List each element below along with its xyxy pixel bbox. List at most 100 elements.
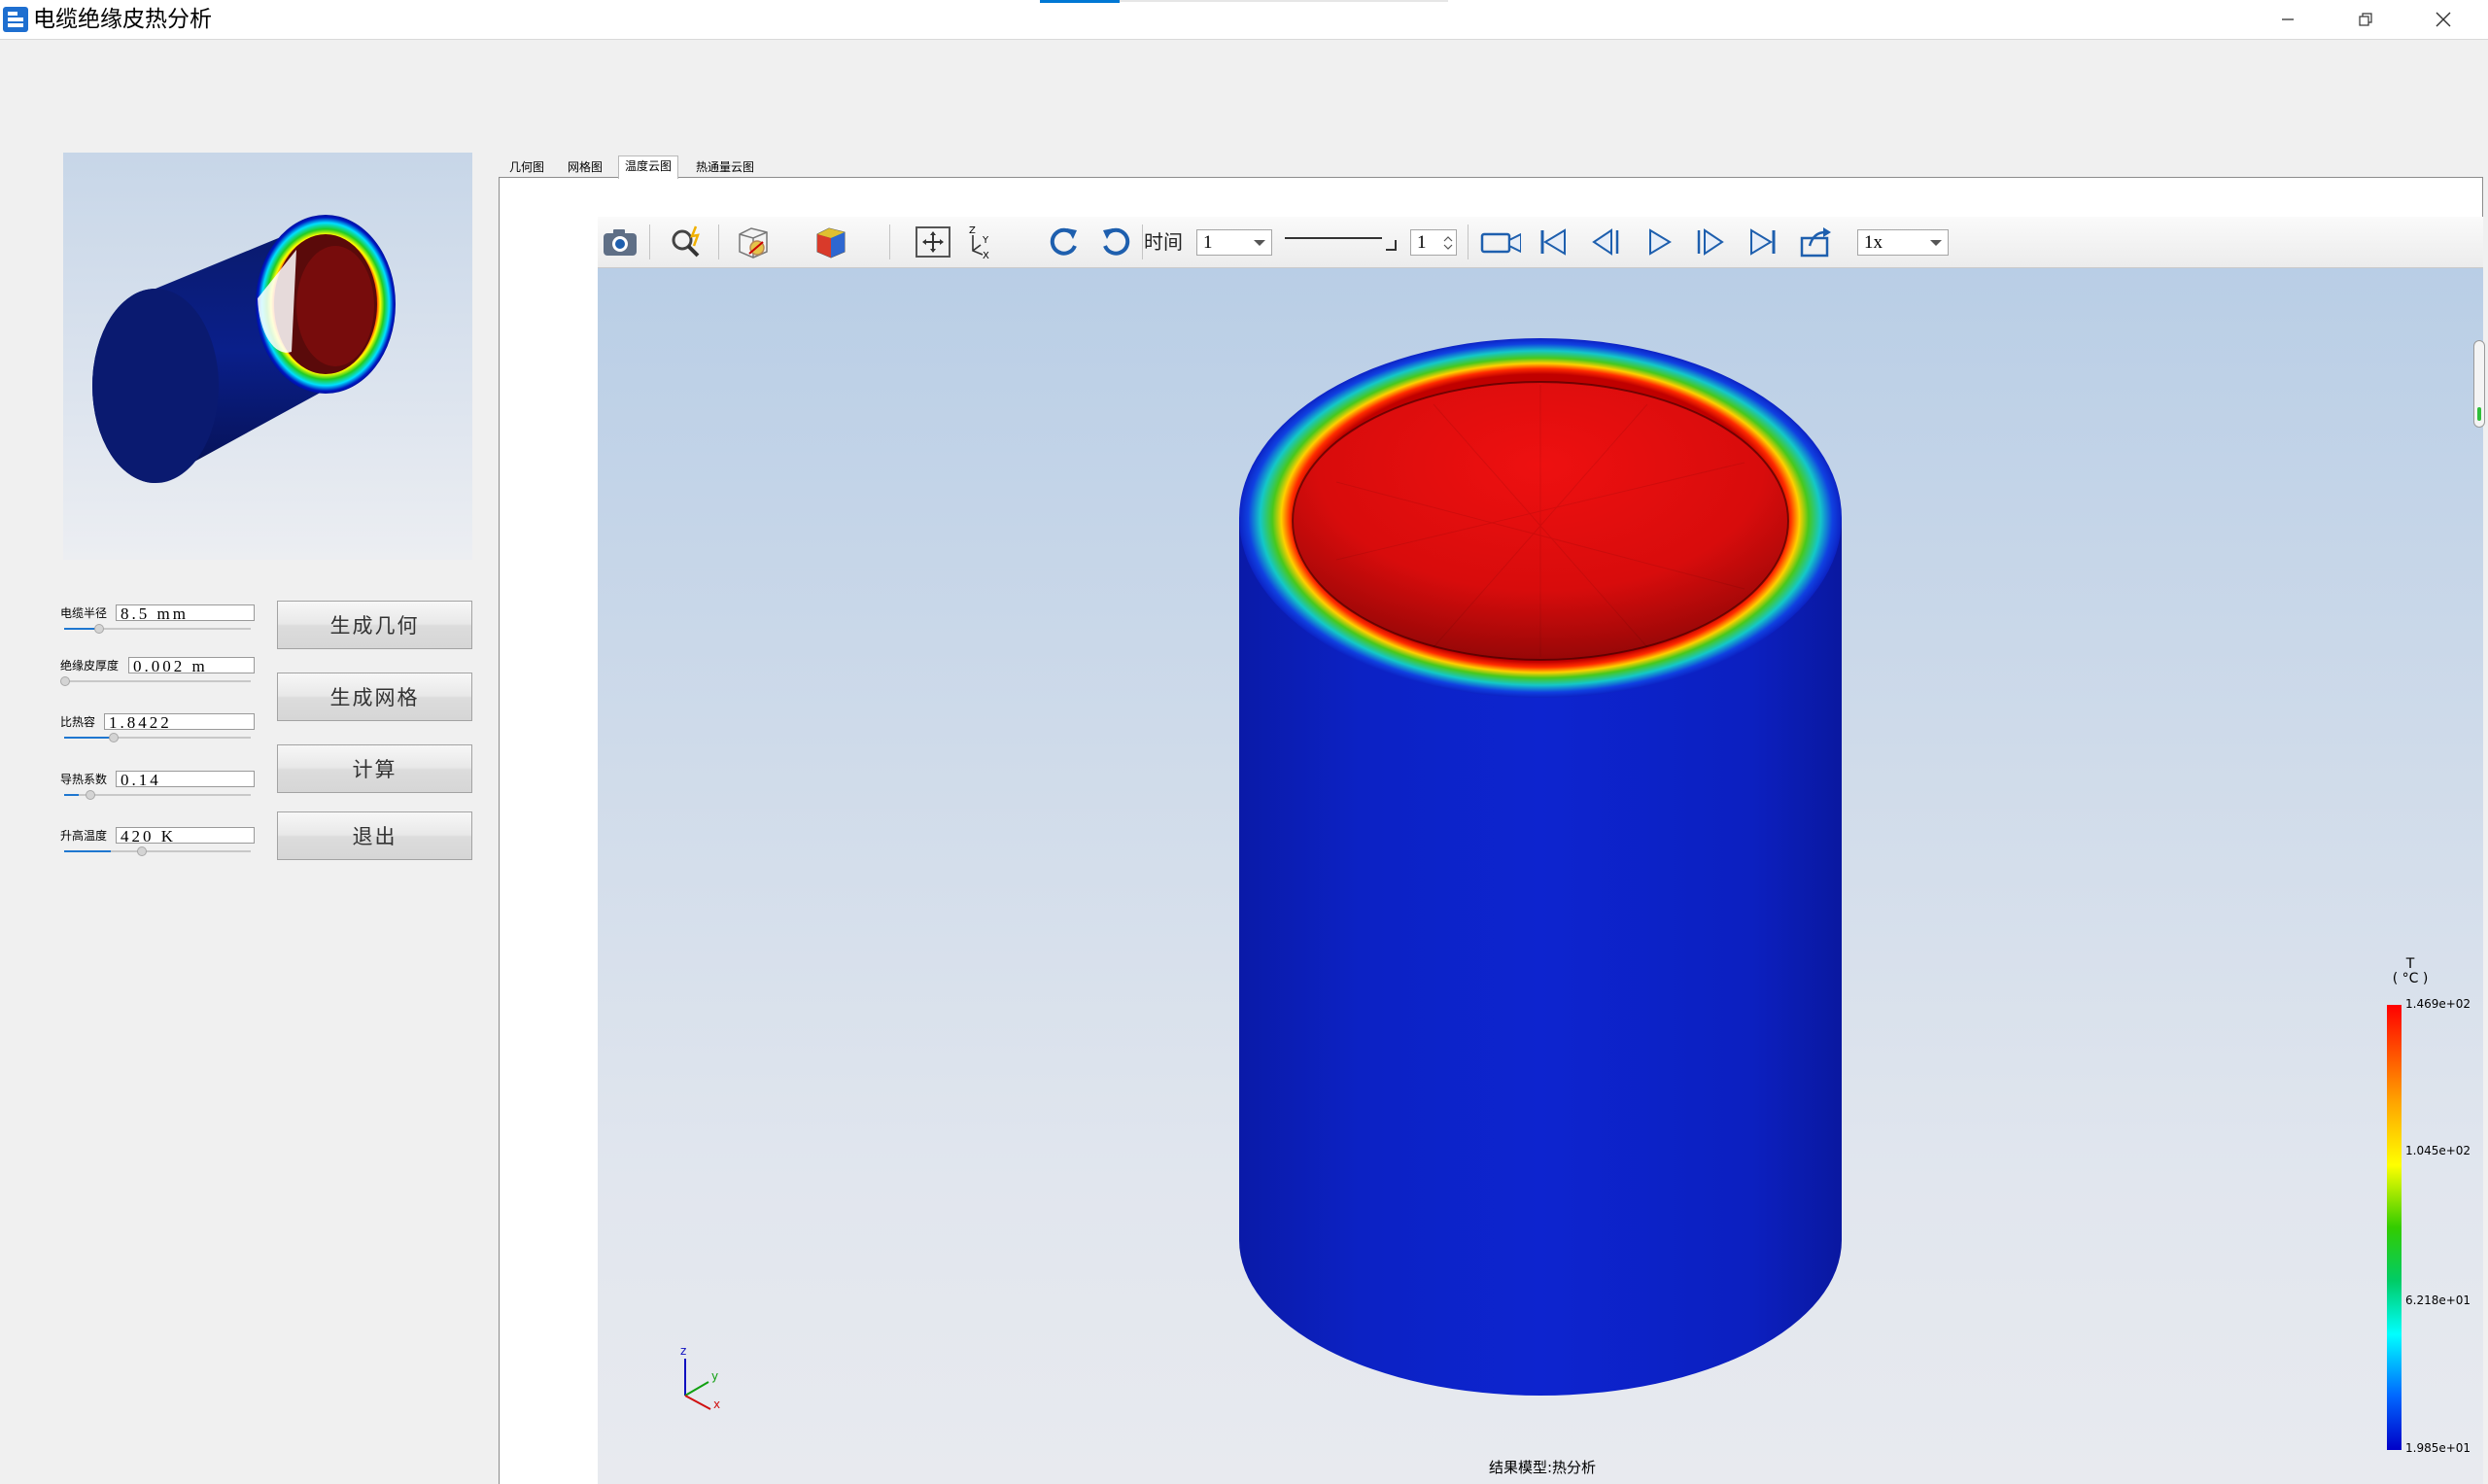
first-frame-button[interactable]: [1533, 223, 1573, 261]
param-label: 电缆半径: [60, 606, 108, 620]
svg-text:Z: Z: [969, 225, 976, 236]
color-map-button[interactable]: [813, 223, 854, 261]
first-frame-icon: [1540, 228, 1566, 256]
param-label: 升高温度: [60, 829, 108, 843]
next-frame-button[interactable]: [1690, 223, 1731, 261]
zoom-button[interactable]: [668, 223, 708, 261]
slider-thumb[interactable]: [60, 676, 70, 686]
legend-label-min: 1.985e+01: [2405, 1441, 2471, 1455]
fit-view-button[interactable]: [913, 223, 953, 261]
app-icon: [3, 7, 28, 32]
time-label: 时间: [1144, 230, 1183, 254]
axis-icon: ZYX: [969, 225, 989, 260]
step-spinbox-value: 1: [1417, 232, 1427, 253]
next-frame-icon: [1697, 228, 1724, 256]
rotate-cw-button[interactable]: [1043, 223, 1084, 261]
generate-geometry-button[interactable]: 生成几何: [277, 601, 472, 649]
fit-view-icon: [916, 226, 950, 258]
param-specific-heat: 比热容 1.8422: [60, 713, 259, 762]
slider-thumb[interactable]: [109, 733, 119, 742]
restore-icon: [2359, 13, 2372, 26]
specific-heat-input[interactable]: 1.8422: [104, 713, 255, 730]
3d-viewport[interactable]: z y x: [598, 268, 2483, 1484]
time-select[interactable]: 1: [1196, 229, 1272, 256]
param-label: 绝缘皮厚度: [60, 659, 120, 673]
param-thermal-conductivity: 导热系数 0.14: [60, 771, 259, 819]
param-cable-radius: 电缆半径 8.5 mm: [60, 604, 259, 653]
slider-fill: [64, 794, 80, 796]
export-button[interactable]: [1795, 223, 1836, 261]
geometry-preview[interactable]: [63, 153, 472, 560]
thermal-conductivity-input[interactable]: 0.14: [116, 771, 255, 787]
param-temperature-rise: 升高温度 420 K: [60, 827, 259, 876]
svg-text:x: x: [713, 1398, 720, 1411]
last-frame-icon: [1750, 228, 1776, 256]
display-mode-button[interactable]: [736, 223, 777, 261]
generate-mesh-button[interactable]: 生成网格: [277, 673, 472, 721]
legend-title: T ( °C ): [2387, 957, 2434, 986]
model-status-label: 结果模型:热分析: [1489, 1459, 1597, 1476]
viewer-scrollbar[interactable]: [2473, 340, 2485, 428]
thermal-conductivity-slider[interactable]: [64, 790, 251, 800]
temperature-rise-input[interactable]: 420 K: [116, 827, 255, 844]
tab-heat-flux[interactable]: 热通量云图: [690, 157, 760, 177]
speed-select-value: 1x: [1864, 232, 1883, 253]
play-icon: [1649, 228, 1672, 256]
slider-thumb[interactable]: [137, 846, 147, 856]
temperature-rise-slider[interactable]: [64, 846, 251, 856]
title-bar: 电缆绝缘皮热分析: [0, 0, 2488, 40]
axis-view-button[interactable]: ZYX: [965, 223, 1006, 261]
axis-triad: z y x: [680, 1344, 720, 1411]
insulation-thickness-input[interactable]: 0.002 m: [128, 657, 255, 673]
scrollbar-grip[interactable]: [2477, 407, 2481, 421]
close-icon: [2436, 12, 2451, 27]
accent-line: [1040, 0, 1120, 3]
chevron-down-icon: [1930, 240, 1942, 246]
zoom-icon: [672, 225, 700, 258]
rotate-cw-icon: [1050, 227, 1077, 256]
accent-line-secondary: [1120, 0, 1448, 2]
rotate-ccw-button[interactable]: [1096, 223, 1137, 261]
slider-thumb[interactable]: [86, 790, 95, 800]
play-button[interactable]: [1638, 223, 1678, 261]
svg-text:X: X: [983, 251, 989, 260]
legend-label-max: 1.469e+02: [2405, 997, 2471, 1011]
toolbar-separator: [889, 224, 890, 259]
legend-color-bar: [2387, 1005, 2402, 1450]
exit-button[interactable]: 退出: [277, 811, 472, 860]
step-spinbox[interactable]: 1: [1410, 229, 1457, 256]
insulation-thickness-slider[interactable]: [60, 676, 251, 686]
export-icon: [1800, 227, 1831, 258]
minimize-icon: [2282, 18, 2294, 20]
specific-heat-slider[interactable]: [64, 733, 251, 742]
prev-frame-button[interactable]: [1585, 223, 1626, 261]
camera-icon: [604, 229, 637, 256]
record-icon: [1480, 232, 1521, 254]
viewer-toolbar: ZYX 时间 1 1 1x: [598, 217, 2483, 268]
screenshot-button[interactable]: [600, 223, 640, 261]
time-slider[interactable]: [1285, 230, 1401, 254]
record-button[interactable]: [1480, 223, 1521, 261]
spin-arrows-icon: [1443, 236, 1453, 250]
cable-preview-render: [92, 215, 396, 483]
legend-label-high: 1.045e+02: [2405, 1144, 2471, 1157]
prev-frame-icon: [1592, 228, 1619, 256]
slider-thumb[interactable]: [94, 624, 104, 634]
speed-select[interactable]: 1x: [1857, 229, 1949, 256]
param-insulation-thickness: 绝缘皮厚度 0.002 m: [60, 657, 259, 706]
tab-temperature[interactable]: 温度云图: [618, 155, 679, 179]
time-select-value: 1: [1203, 232, 1213, 253]
tab-geometry[interactable]: 几何图: [503, 157, 550, 177]
close-button[interactable]: [2404, 0, 2482, 39]
restore-button[interactable]: [2327, 0, 2404, 39]
cable-radius-input[interactable]: 8.5 mm: [116, 604, 255, 621]
last-frame-button[interactable]: [1743, 223, 1783, 261]
temperature-contour-render: z y x: [680, 338, 1842, 1411]
param-label: 比热容: [60, 715, 96, 729]
compute-button[interactable]: 计算: [277, 744, 472, 793]
rotate-ccw-icon: [1103, 227, 1130, 256]
tab-mesh[interactable]: 网格图: [562, 157, 608, 177]
param-label: 导热系数: [60, 773, 108, 786]
minimize-button[interactable]: [2249, 0, 2327, 39]
cable-radius-slider[interactable]: [64, 624, 251, 634]
